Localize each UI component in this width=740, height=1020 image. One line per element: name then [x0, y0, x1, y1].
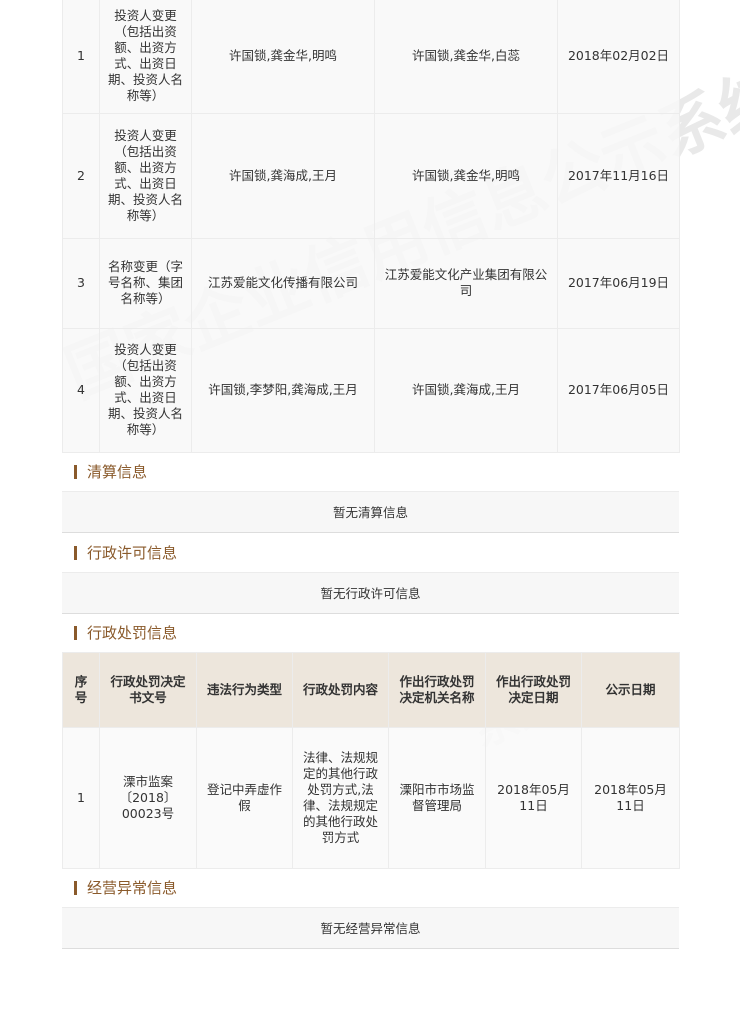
penalty-content: 法律、法规规定的其他行政处罚方式,法律、法规规定的其他行政处罚方式 — [292, 726, 389, 869]
section-marker — [74, 545, 77, 560]
admin-license-empty: 暂无行政许可信息 — [62, 571, 679, 614]
change-date: 2017年06月05日 — [557, 328, 680, 453]
column-header: 作出行政处罚决定机关名称 — [388, 651, 486, 728]
content-after: 许国锁,龚海成,王月 — [374, 328, 558, 453]
table-row: 1 溧市监案〔2018〕00023号 登记中弄虚作假 法律、法规规定的其他行政处… — [62, 726, 680, 869]
violation-type: 登记中弄虚作假 — [196, 726, 293, 869]
content-after: 许国锁,龚金华,明鸣 — [374, 113, 558, 239]
admin-penalty-table: 序号 行政处罚决定书文号 违法行为类型 行政处罚内容 作出行政处罚决定机关名称 … — [62, 651, 680, 869]
section-title: 经营异常信息 — [87, 879, 178, 897]
section-marker — [74, 464, 77, 479]
abnormal-empty: 暂无经营异常信息 — [62, 906, 679, 949]
column-header: 序号 — [62, 651, 100, 728]
row-number: 1 — [62, 0, 100, 114]
decision-authority: 溧阳市市场监督管理局 — [388, 726, 486, 869]
decision-date: 2018年05月11日 — [485, 726, 582, 869]
content-after: 江苏爱能文化产业集团有限公司 — [374, 238, 558, 329]
row-number: 3 — [62, 238, 100, 329]
decision-doc-number: 溧市监案〔2018〕00023号 — [99, 726, 197, 869]
change-item: 投资人变更（包括出资额、出资方式、出资日期、投资人名称等） — [99, 113, 192, 239]
section-title: 行政许可信息 — [87, 544, 178, 562]
column-header: 行政处罚内容 — [292, 651, 389, 728]
section-marker — [74, 625, 77, 640]
section-header-abnormal: 经营异常信息 — [62, 869, 679, 907]
column-header: 作出行政处罚决定日期 — [485, 651, 582, 728]
liquidation-empty: 暂无清算信息 — [62, 490, 679, 533]
section-title: 清算信息 — [87, 463, 148, 481]
change-date: 2017年11月16日 — [557, 113, 680, 239]
column-header: 行政处罚决定书文号 — [99, 651, 197, 728]
row-number: 1 — [62, 726, 100, 869]
content-before: 江苏爱能文化传播有限公司 — [191, 238, 375, 329]
table-row: 4 投资人变更（包括出资额、出资方式、出资日期、投资人名称等） 许国锁,李梦阳,… — [62, 328, 680, 453]
table-header-row: 序号 行政处罚决定书文号 违法行为类型 行政处罚内容 作出行政处罚决定机关名称 … — [62, 651, 680, 728]
content-after: 许国锁,龚金华,白蕊 — [374, 0, 558, 114]
column-header: 违法行为类型 — [196, 651, 293, 728]
section-header-liquidation: 清算信息 — [62, 453, 679, 491]
change-item: 投资人变更（包括出资额、出资方式、出资日期、投资人名称等） — [99, 0, 192, 114]
table-row: 3 名称变更（字号名称、集团名称等） 江苏爱能文化传播有限公司 江苏爱能文化产业… — [62, 238, 680, 329]
section-header-admin-license: 行政许可信息 — [62, 534, 679, 572]
change-date: 2017年06月19日 — [557, 238, 680, 329]
change-item: 投资人变更（包括出资额、出资方式、出资日期、投资人名称等） — [99, 328, 192, 453]
content-before: 许国锁,龚海成,王月 — [191, 113, 375, 239]
section-title: 行政处罚信息 — [87, 624, 178, 642]
content-before: 许国锁,龚金华,明鸣 — [191, 0, 375, 114]
change-date: 2018年02月02日 — [557, 0, 680, 114]
report-content: 1 投资人变更（包括出资额、出资方式、出资日期、投资人名称等） 许国锁,龚金华,… — [62, 0, 680, 949]
publish-date: 2018年05月11日 — [581, 726, 680, 869]
table-row: 1 投资人变更（包括出资额、出资方式、出资日期、投资人名称等） 许国锁,龚金华,… — [62, 0, 680, 114]
change-records-table: 1 投资人变更（包括出资额、出资方式、出资日期、投资人名称等） 许国锁,龚金华,… — [62, 0, 680, 453]
row-number: 2 — [62, 113, 100, 239]
section-marker — [74, 880, 77, 895]
table-row: 2 投资人变更（包括出资额、出资方式、出资日期、投资人名称等） 许国锁,龚海成,… — [62, 113, 680, 239]
content-before: 许国锁,李梦阳,龚海成,王月 — [191, 328, 375, 453]
change-item: 名称变更（字号名称、集团名称等） — [99, 238, 192, 329]
row-number: 4 — [62, 328, 100, 453]
section-header-admin-penalty: 行政处罚信息 — [62, 614, 679, 652]
column-header: 公示日期 — [581, 651, 680, 728]
